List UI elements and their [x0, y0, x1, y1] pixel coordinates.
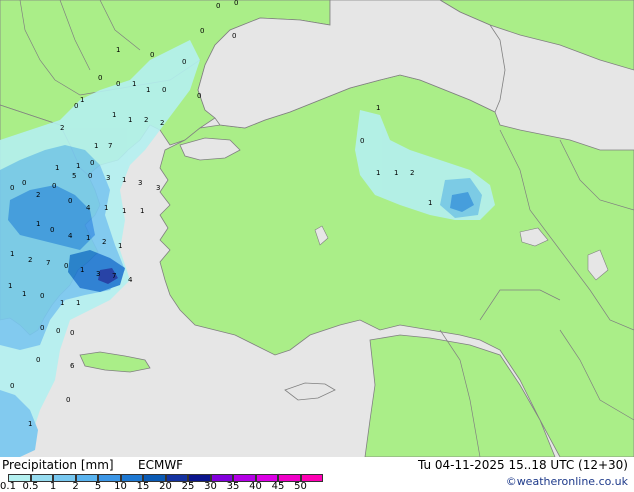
precip-value: 3: [138, 179, 142, 187]
scale-tick-label: 30: [204, 481, 217, 492]
precip-value: 1: [22, 290, 26, 298]
scale-tick-label: 0.5: [22, 481, 39, 492]
credit-text: ©weatheronline.co.uk: [505, 475, 628, 488]
precip-value: 0: [200, 27, 204, 35]
precip-value: 0: [197, 92, 201, 100]
precip-value: 0: [182, 58, 186, 66]
precip-value: 1: [112, 111, 116, 119]
precip-value: 1: [146, 86, 150, 94]
precip-value: 1: [394, 169, 398, 177]
scale-tick-label: 45: [271, 481, 285, 492]
precip-value: 0: [50, 226, 54, 234]
precip-value: 2: [28, 256, 32, 264]
scale-tick-label: 20: [159, 481, 172, 492]
precip-value: 1: [10, 250, 14, 258]
precip-value: 1: [128, 116, 132, 124]
precip-value: 0: [40, 324, 44, 332]
precip-value: 1: [376, 104, 380, 112]
precip-value: 1: [8, 282, 12, 290]
scale-tick-label: 40: [249, 481, 262, 492]
precip-value: 0: [68, 197, 72, 205]
scale-tick-label: 2: [72, 481, 79, 492]
precip-value: 3: [106, 174, 110, 182]
precip-value: 0: [22, 179, 26, 187]
precip-value: 1: [80, 96, 84, 104]
precip-value: 0: [234, 0, 238, 7]
valid-time: Tu 04-11-2025 15..18 UTC (12+30): [417, 458, 628, 472]
precip-value: 0: [74, 102, 78, 110]
precip-value: 1: [76, 299, 80, 307]
precip-value: 0: [116, 80, 120, 88]
scale-tick-label: 5: [94, 481, 102, 492]
precip-value: 0: [90, 159, 94, 167]
scale-tick-label: 25: [181, 481, 195, 492]
precip-value: 1: [132, 80, 136, 88]
precip-value: 0: [70, 329, 74, 337]
precip-value: 2: [36, 191, 40, 199]
precip-value: 7: [46, 259, 50, 267]
precip-value: 4: [86, 204, 91, 212]
precip-value: 7: [108, 142, 112, 150]
precip-value: 0: [162, 86, 166, 94]
legend-title: Precipitation [mm]: [2, 458, 114, 472]
precip-value: 0: [52, 182, 56, 190]
precip-value: 1: [140, 207, 144, 215]
precip-value: 0: [40, 292, 44, 300]
precip-value: 1: [104, 204, 108, 212]
precip-value: 0: [66, 396, 70, 404]
precip-value: 3: [156, 184, 160, 192]
precip-value: 4: [68, 232, 73, 240]
precip-value: 1: [118, 242, 122, 250]
precip-value: 1: [36, 220, 40, 228]
scale-tick-label: 1: [49, 481, 57, 492]
precip-value: 1: [94, 142, 98, 150]
precip-value: 1: [86, 234, 90, 242]
precip-value: 0: [64, 262, 68, 270]
precip-value: 1: [55, 164, 59, 172]
precip-value: 1: [28, 420, 32, 428]
precip-value: 0: [10, 382, 14, 390]
precip-value: 2: [144, 116, 148, 124]
precip-value: 1: [80, 266, 84, 274]
precip-value: 2: [160, 119, 164, 127]
precip-value: 4: [128, 276, 133, 284]
precip-value: 7: [112, 272, 116, 280]
precip-value: 1: [76, 162, 80, 170]
precip-value: 1: [428, 199, 432, 207]
precip-value: 1: [122, 207, 126, 215]
precip-value: 6: [70, 362, 75, 370]
precip-value: 0: [232, 32, 236, 40]
scale-tick-label: 10: [114, 481, 127, 492]
scale-tick-label: 50: [294, 481, 307, 492]
precip-value: 0: [360, 137, 364, 145]
precip-value: 1: [376, 169, 380, 177]
precip-value: 0: [56, 327, 60, 335]
precip-value: 0: [88, 172, 92, 180]
precipitation-map: 0010000000 11 01011 2 2271011500 3 1 3300204 1 1 1…: [0, 0, 634, 457]
precip-value: 2: [410, 169, 414, 177]
scale-tick-label: 15: [136, 481, 150, 492]
precip-value: 1: [116, 46, 120, 54]
precip-value: 1: [122, 176, 126, 184]
precip-value: 3: [96, 270, 100, 278]
precip-value: 1: [60, 299, 64, 307]
legend-model: ECMWF: [138, 458, 184, 472]
precip-value: 0: [98, 74, 102, 82]
legend-bar: Precipitation [mm] ECMWF Tu 04-11-2025 1…: [0, 457, 634, 492]
precip-value: 2: [60, 124, 64, 132]
precip-value: 0: [150, 51, 154, 59]
scale-tick-label: 35: [226, 481, 240, 492]
precip-value: 0: [216, 2, 220, 10]
precip-value: 5: [72, 172, 76, 180]
precip-value: 0: [36, 356, 40, 364]
precip-value: 2: [102, 238, 106, 246]
precip-value: 0: [10, 184, 14, 192]
scale-tick-label: 0.1: [0, 481, 16, 492]
